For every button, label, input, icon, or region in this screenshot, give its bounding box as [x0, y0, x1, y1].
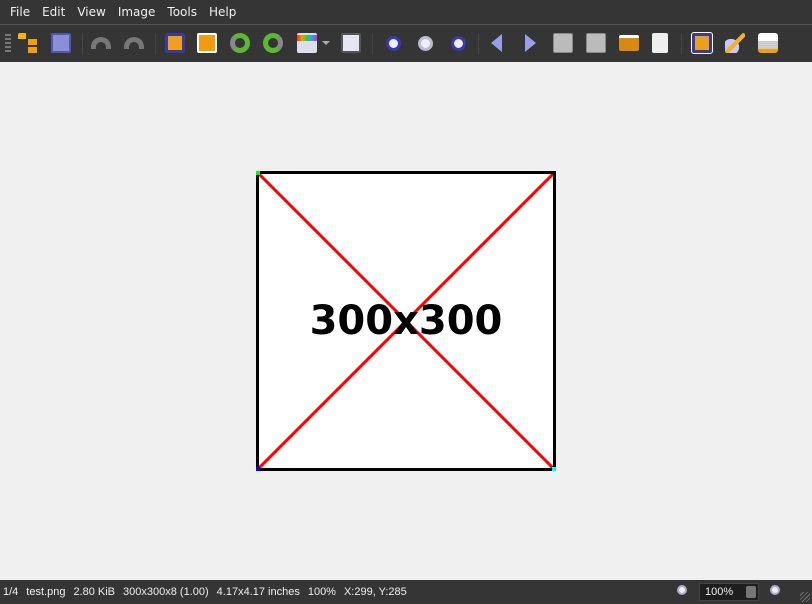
status-bar: 1/4 test.png 2.80 KiB 300x300x8 (1.00) 4…: [0, 580, 812, 604]
print-size: 4.17x4.17 inches: [216, 586, 300, 598]
fit-window-icon: [691, 32, 713, 54]
image-preview: 300x300: [256, 171, 556, 471]
status-zoom-in-icon[interactable]: [677, 585, 687, 595]
zoom-in-button[interactable]: [381, 31, 405, 55]
zoom-out-button[interactable]: [446, 31, 470, 55]
zoom-out-icon: [450, 35, 466, 51]
image-dimensions: 300x300x8 (1.00): [123, 586, 209, 598]
resize-icon: [197, 33, 217, 53]
crop-button[interactable]: [163, 31, 187, 55]
zoom-level: 100%: [307, 586, 336, 598]
separator: [681, 33, 682, 55]
menu-help[interactable]: Help: [203, 5, 242, 19]
pencil-icon: [725, 33, 745, 53]
chevron-down-icon: [322, 41, 330, 49]
toolbar-grip[interactable]: [5, 34, 11, 54]
toolbar: [0, 24, 812, 62]
zoom-field-value: 100%: [705, 586, 734, 598]
spin-arrows-icon[interactable]: [746, 586, 756, 598]
color-bars-icon: [297, 33, 317, 53]
arrow-left-icon: [482, 34, 502, 52]
crop-icon: [165, 33, 185, 53]
menu-file[interactable]: File: [4, 5, 36, 19]
page-next-icon: [586, 33, 606, 53]
zoom-spinbox[interactable]: 100%: [699, 583, 759, 601]
separator: [478, 33, 479, 55]
adjust-colors-button[interactable]: [295, 31, 319, 55]
undo-icon: [91, 37, 111, 49]
menu-view[interactable]: View: [71, 5, 111, 19]
floppy-disk-icon: [51, 33, 71, 53]
next-button[interactable]: [518, 31, 542, 55]
zoom-actual-button[interactable]: [413, 31, 437, 55]
histogram-icon: [341, 33, 361, 53]
fit-window-button[interactable]: [690, 31, 714, 55]
resize-button[interactable]: [195, 31, 219, 55]
image-info-button[interactable]: [648, 31, 672, 55]
next-page-button[interactable]: [584, 31, 608, 55]
folder-tree-icon: [18, 33, 38, 53]
histogram-button[interactable]: [339, 31, 363, 55]
zoom-in-icon: [385, 35, 401, 51]
image-dimension-label: 300x300: [309, 298, 503, 344]
rotate-left-icon: [230, 33, 250, 53]
rotate-right-button[interactable]: [261, 31, 285, 55]
redo-button[interactable]: [122, 31, 146, 55]
save-button[interactable]: [49, 31, 73, 55]
file-name: test.png: [26, 586, 66, 598]
menu-tools[interactable]: Tools: [161, 5, 203, 19]
status-zoom-out-icon[interactable]: [770, 585, 780, 595]
info-icon: [652, 33, 668, 53]
separator: [372, 33, 373, 55]
annotate-button[interactable]: [723, 31, 747, 55]
color-dropdown[interactable]: [319, 31, 333, 55]
print-button[interactable]: [756, 31, 780, 55]
arrow-right-icon: [525, 34, 545, 52]
cursor-coords: X:299, Y:285: [343, 586, 407, 598]
undo-button[interactable]: [89, 31, 113, 55]
resize-grip-icon[interactable]: [800, 592, 810, 602]
page-prev-icon: [553, 33, 573, 53]
rotate-right-icon: [263, 33, 283, 53]
redo-icon: [124, 37, 144, 49]
separator: [82, 33, 83, 55]
menu-image[interactable]: Image: [112, 5, 162, 19]
slideshow-icon: [619, 35, 639, 51]
file-size: 2.80 KiB: [73, 586, 116, 598]
image-canvas[interactable]: 300x300: [0, 62, 812, 580]
rotate-left-button[interactable]: [228, 31, 252, 55]
magnifier-icon: [417, 35, 433, 51]
separator: [155, 33, 156, 55]
printer-icon: [758, 33, 778, 53]
slideshow-button[interactable]: [617, 31, 641, 55]
image-index: 1/4: [3, 586, 19, 598]
previous-button[interactable]: [485, 31, 509, 55]
menu-edit[interactable]: Edit: [36, 5, 71, 19]
menu-bar: File Edit View Image Tools Help: [0, 0, 812, 24]
open-folder-button[interactable]: [16, 31, 40, 55]
prev-page-button[interactable]: [551, 31, 575, 55]
